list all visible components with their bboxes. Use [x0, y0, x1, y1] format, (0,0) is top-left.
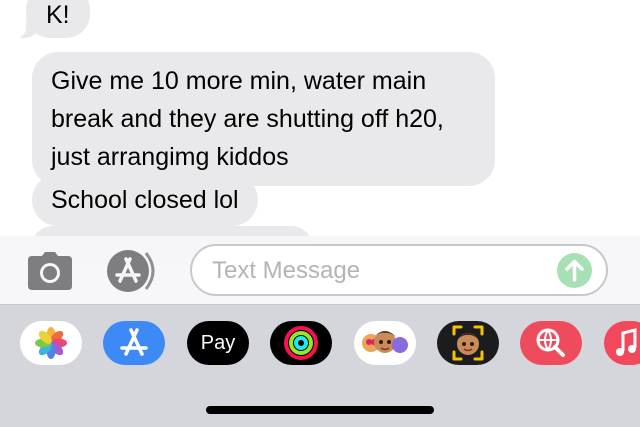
messages-screen: K! Give me 10 more min, water main break…	[0, 0, 640, 427]
music-icon	[616, 328, 637, 356]
send-button[interactable]	[557, 253, 592, 288]
message-bubble[interactable]: Give me 10 more min, water main break an…	[32, 52, 495, 186]
app-fitness[interactable]	[270, 321, 332, 365]
memoji-stickers-icon	[362, 331, 408, 353]
compose-bar: Text Message	[0, 236, 640, 304]
animoji-icon	[452, 325, 484, 361]
app-image-search[interactable]	[520, 321, 582, 365]
app-store-drawer-button[interactable]	[106, 249, 162, 293]
camera-icon	[28, 252, 72, 290]
app-apple-pay[interactable]: Pay	[187, 321, 249, 365]
home-indicator[interactable]	[206, 406, 434, 414]
message-bubble[interactable]: K!	[12, 0, 90, 38]
app-music[interactable]	[604, 321, 640, 365]
app-store-icon	[107, 250, 155, 292]
photos-icon	[35, 327, 67, 359]
message-input[interactable]: Text Message	[190, 244, 608, 296]
app-photos[interactable]	[20, 321, 82, 365]
message-thread[interactable]: K! Give me 10 more min, water main break…	[0, 0, 640, 266]
app-app-store[interactable]	[103, 321, 165, 365]
app-memoji-stickers[interactable]	[354, 321, 416, 365]
message-input-placeholder: Text Message	[212, 257, 361, 284]
globe-search-icon	[536, 328, 565, 357]
app-animoji[interactable]	[437, 321, 499, 365]
divider	[0, 304, 640, 305]
camera-button[interactable]	[26, 251, 74, 291]
app-store-icon	[120, 328, 148, 356]
fitness-rings-icon	[284, 326, 318, 360]
app-drawer: Pay	[0, 304, 640, 427]
apple-pay-icon: Pay	[200, 332, 236, 354]
arrow-up-icon	[565, 259, 584, 282]
message-bubble[interactable]: School closed lol	[32, 174, 258, 226]
